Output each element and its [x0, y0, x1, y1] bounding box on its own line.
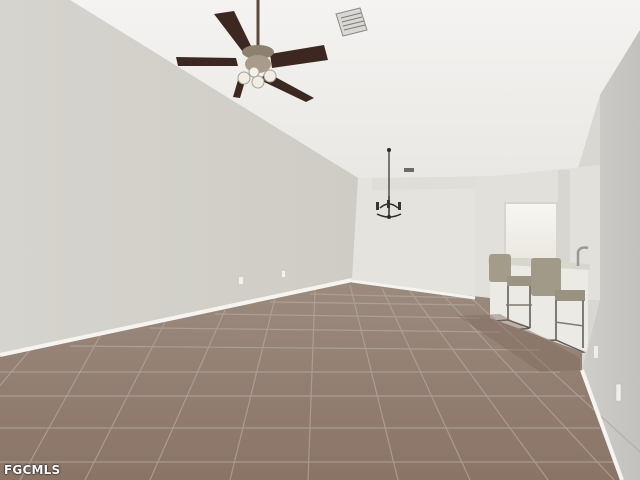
wall-outlet-left-2 — [282, 271, 285, 277]
mls-watermark: FGCMLS — [4, 463, 61, 477]
wall-outlet-right — [594, 346, 598, 358]
kitchen-window — [504, 202, 558, 260]
back-wall — [352, 178, 475, 298]
room-scene — [0, 0, 640, 480]
room-photo: FGCMLS — [0, 0, 640, 480]
small-ceiling-vent — [404, 168, 414, 172]
kitchen-column — [558, 170, 570, 265]
wall-outlet-left-1 — [239, 277, 243, 284]
wall-outlet-right-low — [615, 383, 622, 402]
